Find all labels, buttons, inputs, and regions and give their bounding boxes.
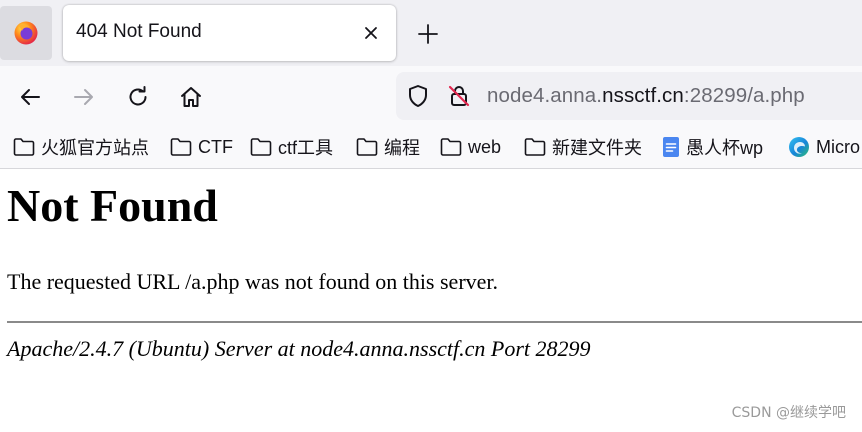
folder-icon: [170, 138, 192, 156]
back-button[interactable]: [15, 82, 45, 112]
firefox-view-button[interactable]: [0, 6, 52, 60]
url-domain: nssctf.cn: [602, 84, 684, 107]
new-tab-button[interactable]: [414, 20, 442, 48]
bookmark-folder-programming[interactable]: 编程: [356, 136, 420, 158]
arrow-left-icon: [21, 89, 40, 105]
reload-icon: [129, 86, 147, 106]
server-signature: Apache/2.4.7 (Ubuntu) Server at node4.an…: [7, 336, 591, 361]
bookmark-label: 编程: [384, 138, 420, 158]
address-bar[interactable]: node4.anna.nssctf.cn:28299/a.php: [396, 72, 862, 120]
folder-icon: [250, 138, 272, 156]
close-icon: [365, 27, 377, 39]
folder-icon: [524, 138, 546, 156]
folder-icon: [440, 138, 462, 156]
bookmark-label: CTF: [198, 136, 233, 157]
firefox-logo-icon: [14, 21, 38, 45]
bookmark-microsoft[interactable]: Micro: [788, 136, 860, 158]
navigation-toolbar: node4.anna.nssctf.cn:28299/a.php: [0, 66, 862, 126]
bookmarks-toolbar: 火狐官方站点 CTF ctf工具 编程 web 新建文件夹 愚人杯wp Micr…: [0, 126, 862, 169]
forward-button[interactable]: [69, 82, 99, 112]
url-path: :28299/a.php: [683, 84, 805, 107]
home-icon: [181, 87, 201, 107]
page-title: Not Found: [7, 180, 218, 231]
bookmark-label: ctf工具: [278, 138, 334, 158]
error-message: The requested URL /a.php was not found o…: [7, 269, 499, 294]
insecure-connection-button[interactable]: [447, 84, 471, 112]
bookmark-label: 愚人杯wp: [686, 138, 764, 158]
bookmark-folder-ctf[interactable]: CTF: [170, 136, 233, 158]
bookmark-label: Micro: [816, 136, 860, 157]
arrow-right-icon: [74, 89, 93, 105]
tab-title: 404 Not Found: [76, 21, 202, 42]
tab-404-not-found[interactable]: 404 Not Found: [63, 5, 396, 61]
edge-icon: [789, 137, 809, 157]
folder-icon: [356, 138, 378, 156]
doc-icon: [663, 137, 679, 157]
tab-close-button[interactable]: [360, 22, 382, 44]
url-subdomain: node4.anna.: [487, 84, 603, 107]
plus-icon: [418, 24, 438, 44]
bookmark-folder-web[interactable]: web: [440, 136, 501, 158]
reload-button[interactable]: [123, 82, 153, 112]
watermark: CSDN @继续学吧: [731, 405, 846, 421]
tab-strip: 404 Not Found: [0, 0, 862, 66]
bookmark-folder-new-folder[interactable]: 新建文件夹: [524, 136, 642, 158]
page-content: Not Found The requested URL /a.php was n…: [0, 169, 862, 432]
bookmark-label: 新建文件夹: [552, 138, 642, 158]
bookmark-label: web: [468, 136, 502, 157]
home-button[interactable]: [176, 82, 206, 112]
bookmark-folder-firefox-official[interactable]: 火狐官方站点: [13, 136, 149, 158]
bookmark-folder-ctf-tools[interactable]: ctf工具: [250, 136, 333, 158]
bookmark-label: 火狐官方站点: [41, 138, 149, 158]
shield-icon: [409, 85, 427, 107]
tracking-protection-button[interactable]: [406, 84, 430, 112]
url-text[interactable]: node4.anna.nssctf.cn:28299/a.php: [487, 84, 805, 108]
divider: [7, 321, 862, 323]
bookmark-aprilfool-wp[interactable]: 愚人杯wp: [662, 136, 763, 158]
insecure-lock-icon: [448, 85, 470, 107]
folder-icon: [13, 138, 35, 156]
